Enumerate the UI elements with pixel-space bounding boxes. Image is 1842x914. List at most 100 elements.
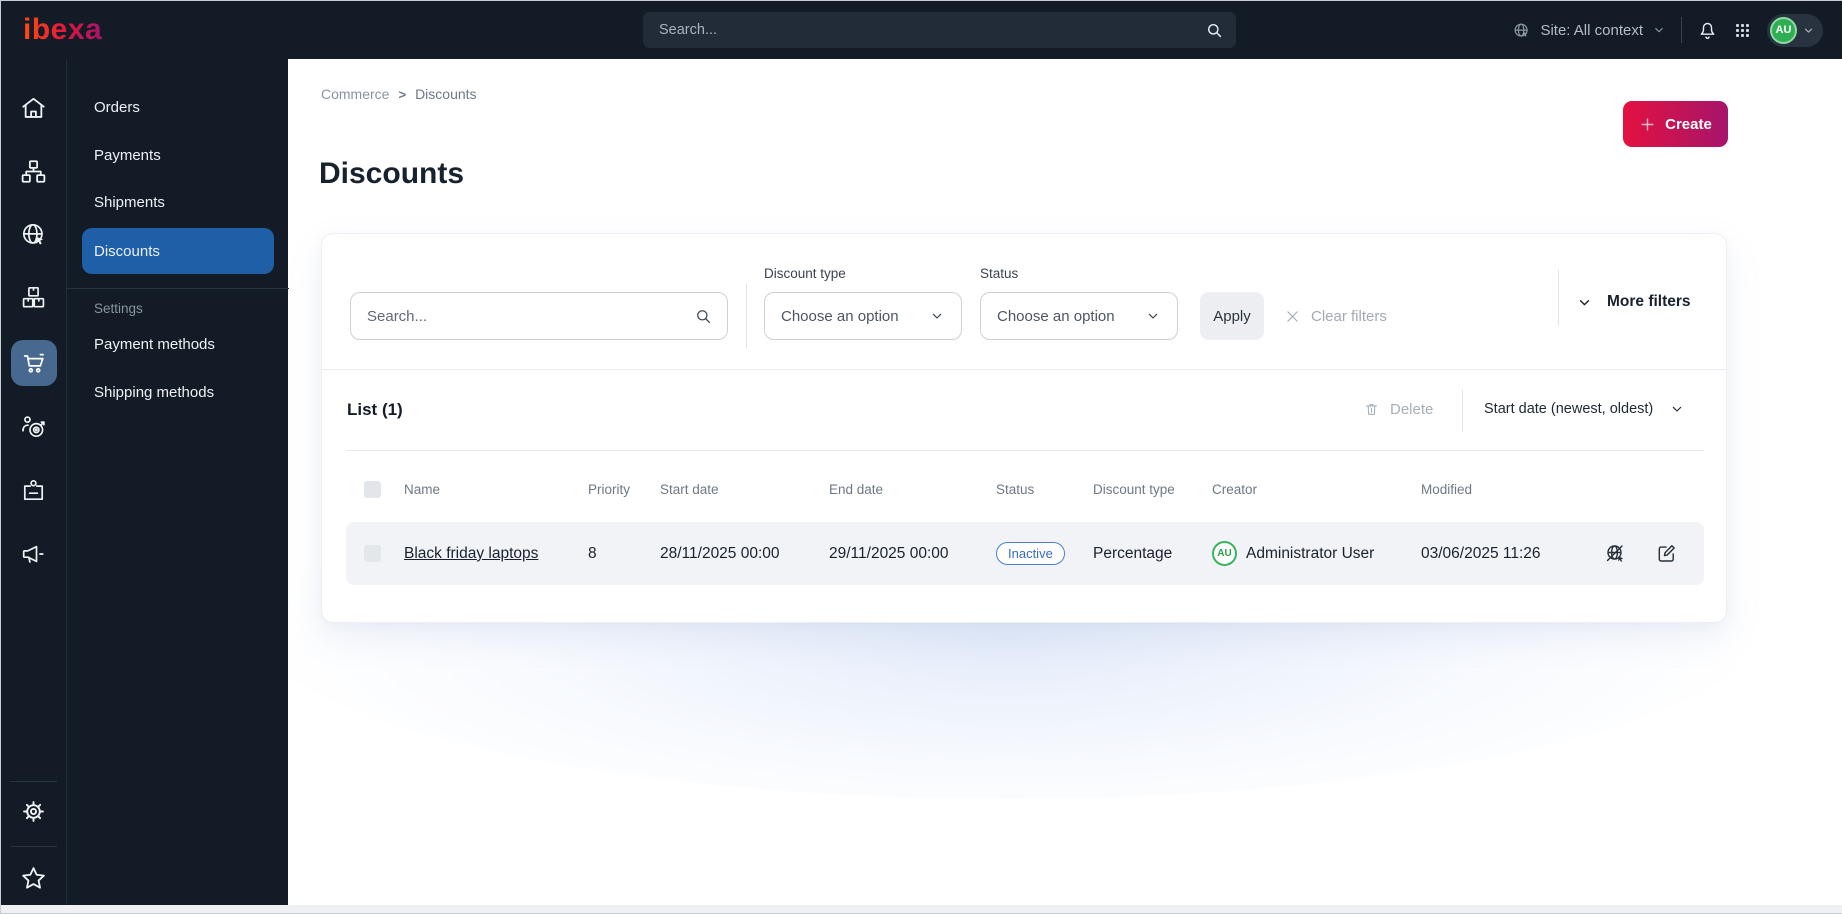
sidebar-item-commerce[interactable]: [11, 340, 57, 386]
main-content: Commerce > Discounts Create Discounts Di…: [248, 59, 1842, 907]
chevron-down-icon: [1145, 308, 1161, 324]
global-search[interactable]: [643, 12, 1236, 48]
breadcrumb-commerce[interactable]: Commerce: [321, 86, 389, 102]
discount-type-value: Choose an option: [781, 307, 899, 325]
global-search-input[interactable]: [659, 22, 1205, 38]
sidebar-item-corporate[interactable]: [19, 476, 48, 505]
discount-name-link[interactable]: Black friday laptops: [404, 545, 588, 563]
clear-filters-button[interactable]: Clear filters: [1284, 292, 1387, 340]
discount-type-select[interactable]: Choose an option: [764, 292, 962, 340]
preview-disabled-button[interactable]: [1604, 542, 1628, 566]
column-header-priority: Priority: [588, 481, 631, 497]
trash-icon: [1363, 401, 1380, 418]
sidebar-item-site[interactable]: [19, 220, 48, 249]
chevron-down-icon: [929, 308, 945, 324]
delete-button[interactable]: Delete: [1363, 392, 1433, 426]
column-header-modified: Modified: [1421, 481, 1473, 497]
home-icon: [19, 94, 48, 123]
top-bar: ibexa Site: All context: [1, 1, 1842, 59]
filter-divider: [1558, 270, 1559, 326]
main-nav-rail: [1, 59, 66, 907]
status-cell: Inactive: [996, 542, 1093, 565]
window-bottom-edge: [1, 905, 1842, 913]
table-header: Name Priority Start date End date Status…: [346, 466, 1704, 512]
ibexa-logo: ibexa: [23, 13, 103, 46]
filter-search-input[interactable]: [367, 307, 694, 325]
menu-item-shipping-methods[interactable]: Shipping methods: [94, 384, 214, 401]
sidebar-item-dashboard[interactable]: [19, 94, 48, 123]
breadcrumb-separator: >: [398, 86, 407, 102]
status-select[interactable]: Choose an option: [980, 292, 1178, 340]
menu-item-payment-methods[interactable]: Payment methods: [94, 336, 215, 353]
close-icon: [1284, 308, 1301, 325]
boxes-icon: [19, 283, 48, 312]
person-target-icon: [19, 412, 48, 441]
rail-divider: [10, 846, 57, 847]
bell-icon: [1697, 20, 1718, 41]
column-header-creator: Creator: [1212, 481, 1258, 497]
chevron-down-icon: [1669, 401, 1685, 417]
table-row: Black friday laptops 8 28/11/2025 00:00 …: [346, 522, 1704, 585]
menu-item-discounts[interactable]: Discounts: [82, 228, 274, 274]
site-context-label: Site: All context: [1540, 21, 1643, 39]
filter-search[interactable]: [350, 292, 728, 340]
sort-select[interactable]: Start date (newest, oldest): [1484, 392, 1685, 426]
create-button[interactable]: Create: [1623, 101, 1728, 147]
menu-item-label: Discounts: [94, 242, 160, 260]
more-filters-label: More filters: [1607, 293, 1691, 310]
column-header-end-date: End date: [829, 481, 884, 497]
select-all-checkbox[interactable]: [364, 480, 381, 498]
id-badge-icon: [19, 476, 48, 505]
breadcrumb: Commerce > Discounts: [321, 86, 477, 102]
notifications-button[interactable]: [1697, 20, 1718, 41]
site-context-selector[interactable]: Site: All context: [1512, 21, 1666, 40]
menu-item-payments[interactable]: Payments: [94, 147, 161, 164]
filter-bar: Discount type Choose an option Status Ch…: [322, 234, 1726, 370]
chevron-down-icon: [1652, 23, 1666, 37]
sidebar-item-admin[interactable]: [19, 797, 48, 826]
star-icon: [19, 864, 48, 893]
megaphone-icon: [19, 540, 48, 569]
column-header-name: Name: [404, 481, 441, 497]
menu-item-orders[interactable]: Orders: [94, 99, 140, 116]
sidebar-item-content[interactable]: [19, 157, 48, 186]
status-value: Choose an option: [997, 307, 1115, 325]
column-header-start-date: Start date: [660, 481, 719, 497]
row-checkbox[interactable]: [364, 545, 381, 562]
menu-divider: [67, 288, 289, 289]
edit-button[interactable]: [1655, 542, 1678, 565]
grid-dots-icon: [1733, 21, 1752, 40]
topbar-divider: [1681, 17, 1682, 43]
column-header-status: Status: [996, 481, 1035, 497]
cart-icon: [20, 349, 48, 377]
rail-divider: [10, 781, 57, 782]
sidebar-item-personalization[interactable]: [19, 412, 48, 441]
modified-cell: 03/06/2025 11:26: [1421, 544, 1541, 562]
menu-item-shipments[interactable]: Shipments: [94, 194, 165, 211]
more-filters-button[interactable]: More filters: [1576, 284, 1691, 320]
column-header-discount-type: Discount type: [1093, 481, 1175, 497]
breadcrumb-discounts[interactable]: Discounts: [415, 86, 476, 102]
row-actions: [1604, 542, 1704, 566]
sidebar-item-bookmarks[interactable]: [19, 864, 48, 893]
status-label: Status: [980, 266, 1019, 281]
hierarchy-icon: [19, 157, 48, 186]
sidebar-item-promotions[interactable]: [19, 540, 48, 569]
sidebar-item-products[interactable]: [19, 283, 48, 312]
user-menu[interactable]: AU: [1767, 13, 1823, 47]
status-badge: Inactive: [996, 542, 1065, 565]
list-title: List (1): [347, 400, 403, 419]
clear-filters-label: Clear filters: [1311, 307, 1387, 325]
menu-section-settings: Settings: [94, 301, 143, 316]
search-icon: [1205, 21, 1224, 40]
chevron-down-icon: [1802, 24, 1815, 37]
priority-cell: 8: [588, 544, 597, 562]
discounts-card: Discount type Choose an option Status Ch…: [321, 233, 1727, 623]
end-date-cell: 29/11/2025 00:00: [829, 544, 949, 562]
app-switcher-button[interactable]: [1733, 21, 1752, 40]
apply-button[interactable]: Apply: [1200, 292, 1264, 340]
discount-type-label: Discount type: [764, 266, 846, 281]
create-button-label: Create: [1665, 115, 1712, 133]
sort-label: Start date (newest, oldest): [1484, 401, 1654, 417]
list-divider: [1462, 390, 1463, 432]
